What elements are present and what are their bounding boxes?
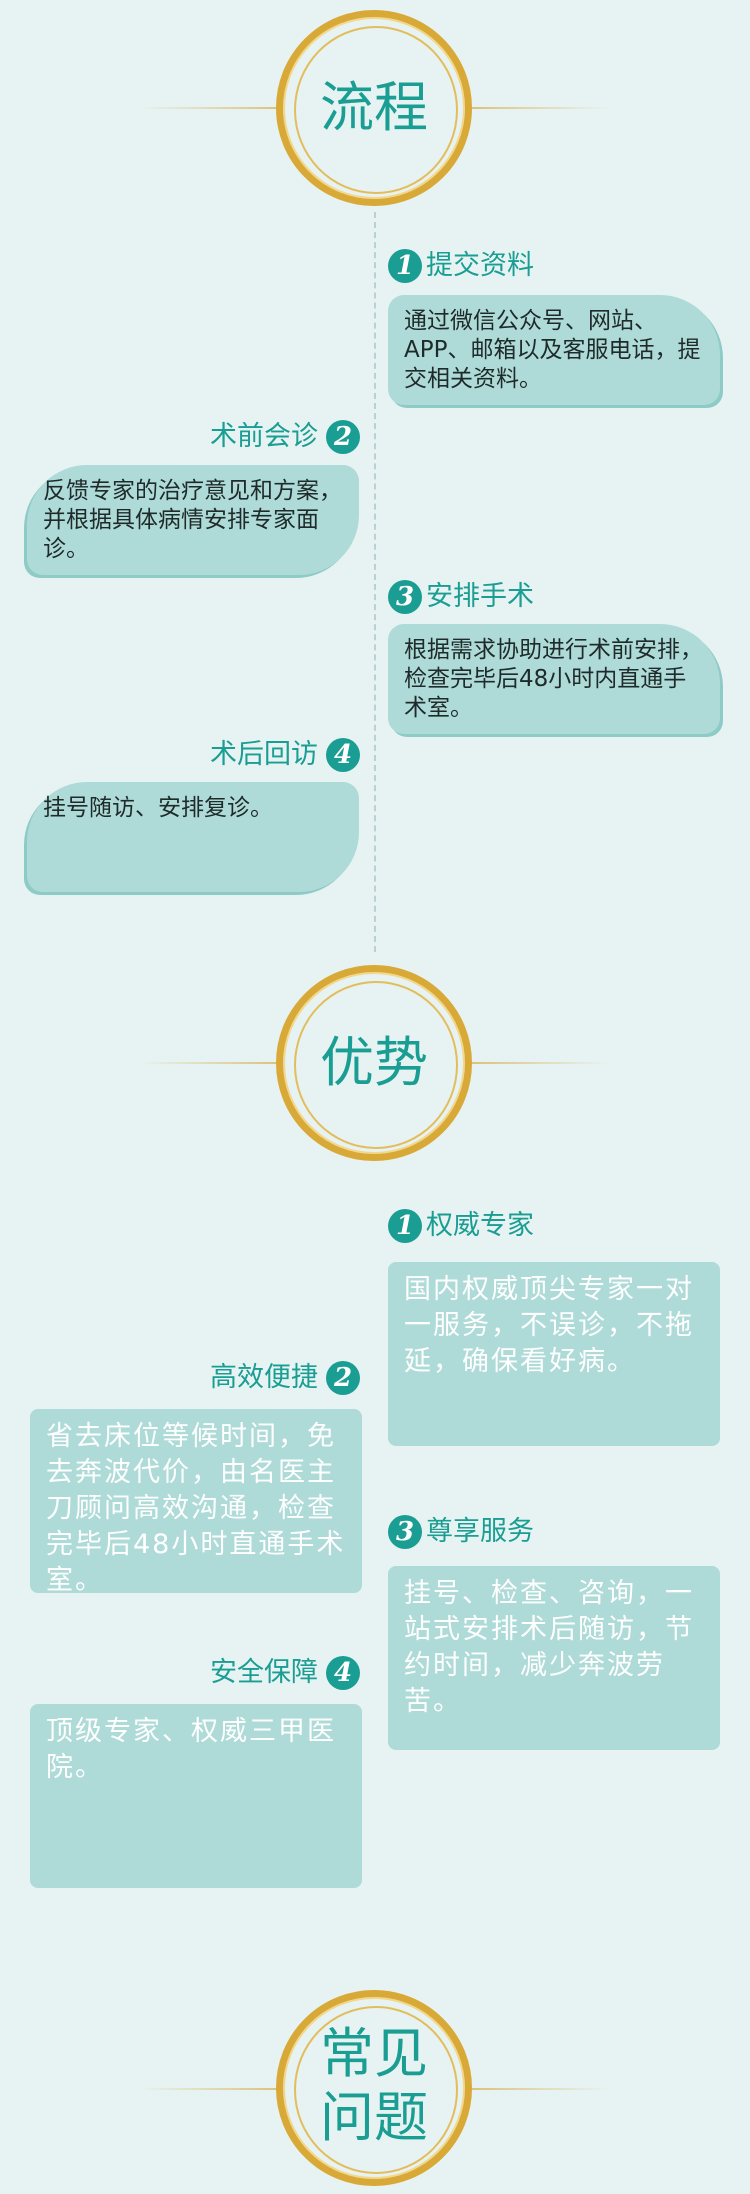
process-timeline	[374, 212, 376, 952]
advantage-3-box: 挂号、检查、咨询，一站式安排术后随访，节约时间，减少奔波劳苦。	[388, 1566, 720, 1750]
advantage-number-badge: 4	[326, 1656, 360, 1690]
advantage-2-heading: 高效便捷 2	[210, 1360, 360, 1396]
process-step-3-text: 根据需求协助进行术前安排，检查完毕后48小时内直通手术室。	[404, 637, 703, 721]
advantage-3-text: 挂号、检查、咨询，一站式安排术后随访，节约时间，减少奔波劳苦。	[404, 1578, 694, 1717]
advantage-number-badge: 2	[326, 1361, 360, 1395]
process-title-left-rule	[140, 107, 280, 109]
process-title-ring: 流程	[276, 10, 472, 206]
process-step-4-title: 术后回访	[210, 739, 318, 770]
process-step-1-title: 提交资料	[426, 250, 534, 281]
process-step-2-box: 反馈专家的治疗意见和方案，并根据具体病情安排专家面诊。	[27, 465, 359, 575]
faq-title-line-2: 问题	[320, 2086, 428, 2149]
advantage-1-title: 权威专家	[426, 1210, 534, 1241]
step-number-badge: 1	[388, 249, 422, 283]
process-step-2-title: 术前会诊	[210, 421, 318, 452]
advantage-3-heading: 3 尊享服务	[388, 1514, 534, 1550]
step-number-badge: 2	[326, 420, 360, 454]
process-step-3-title: 安排手术	[426, 581, 534, 612]
process-step-1-heading: 1 提交资料	[388, 248, 534, 284]
advantage-1-box: 国内权威顶尖专家一对一服务，不误诊，不拖延，确保看好病。	[388, 1262, 720, 1446]
faq-title-right-rule	[470, 2088, 610, 2090]
step-number-badge: 4	[326, 738, 360, 772]
advantages-title-left-rule	[140, 1062, 280, 1064]
process-step-2-heading: 术前会诊 2	[210, 419, 360, 455]
process-title-right-rule	[470, 107, 610, 109]
advantage-number-badge: 1	[388, 1209, 422, 1243]
advantage-2-title: 高效便捷	[210, 1362, 318, 1393]
advantage-4-box: 顶级专家、权威三甲医院。	[30, 1704, 362, 1888]
advantage-1-text: 国内权威顶尖专家一对一服务，不误诊，不拖延，确保看好病。	[404, 1274, 694, 1377]
advantage-number-badge: 3	[388, 1515, 422, 1549]
process-step-4-heading: 术后回访 4	[210, 737, 360, 773]
advantages-title-ring: 优势	[276, 965, 472, 1161]
process-step-2-text: 反馈专家的治疗意见和方案，并根据具体病情安排专家面诊。	[43, 478, 342, 562]
process-title: 流程	[320, 76, 428, 139]
advantage-4-heading: 安全保障 4	[210, 1655, 360, 1691]
faq-title-ring: 常见 问题	[276, 1990, 472, 2186]
faq-title-line-1: 常见	[320, 2022, 428, 2085]
process-step-3-box: 根据需求协助进行术前安排，检查完毕后48小时内直通手术室。	[388, 624, 720, 734]
process-step-4-box: 挂号随访、安排复诊。	[27, 782, 359, 892]
process-step-3-heading: 3 安排手术	[388, 579, 534, 615]
process-step-4-text: 挂号随访、安排复诊。	[43, 795, 273, 821]
faq-title-left-rule	[140, 2088, 280, 2090]
advantage-3-title: 尊享服务	[426, 1516, 534, 1547]
step-number-badge: 3	[388, 580, 422, 614]
advantage-1-heading: 1 权威专家	[388, 1208, 534, 1244]
process-step-1-text: 通过微信公众号、网站、APP、邮箱以及客服电话，提交相关资料。	[404, 308, 701, 392]
advantage-4-text: 顶级专家、权威三甲医院。	[46, 1716, 336, 1783]
advantages-title: 优势	[320, 1031, 428, 1094]
advantage-4-title: 安全保障	[210, 1657, 318, 1688]
advantage-2-text: 省去床位等候时间，免去奔波代价，由名医主刀顾问高效沟通，检查完毕后48小时直通手…	[46, 1421, 346, 1596]
advantages-title-right-rule	[470, 1062, 610, 1064]
process-step-1-box: 通过微信公众号、网站、APP、邮箱以及客服电话，提交相关资料。	[388, 295, 720, 405]
advantage-2-box: 省去床位等候时间，免去奔波代价，由名医主刀顾问高效沟通，检查完毕后48小时直通手…	[30, 1409, 362, 1596]
